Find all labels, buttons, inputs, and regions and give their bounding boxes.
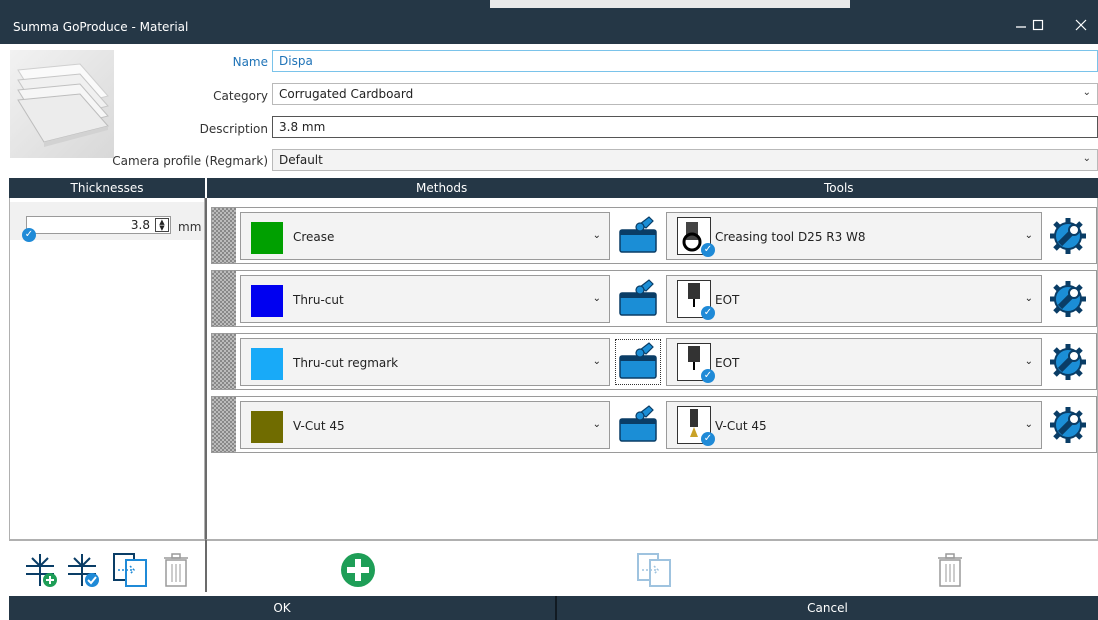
method-color-swatch bbox=[251, 348, 283, 380]
methods-header: Methods bbox=[416, 181, 468, 195]
method-color-swatch bbox=[251, 285, 283, 317]
method-color-swatch bbox=[251, 222, 283, 254]
method-dropdown[interactable]: V-Cut 45 ⌄ bbox=[240, 401, 610, 449]
tool-settings-gear-icon[interactable] bbox=[1046, 403, 1090, 447]
method-row[interactable]: Thru-cut regmark ⌄ ✓ EOT ⌄ bbox=[211, 333, 1097, 390]
check-icon: ✓ bbox=[701, 306, 715, 320]
cardboard-image bbox=[17, 63, 109, 147]
thickness-unit: mm bbox=[178, 220, 202, 234]
thickness-value: 3.8 bbox=[130, 218, 150, 232]
panel-divider bbox=[205, 540, 207, 592]
tool-dropdown[interactable]: ✓ V-Cut 45 ⌄ bbox=[666, 401, 1042, 449]
name-value: Dispa bbox=[279, 54, 313, 68]
drag-handle[interactable] bbox=[212, 397, 236, 452]
chevron-down-icon: ⌄ bbox=[592, 230, 601, 241]
titlebar-highlight bbox=[490, 0, 850, 8]
maximize-icon bbox=[1032, 19, 1044, 31]
drag-handle[interactable] bbox=[212, 271, 236, 326]
method-settings-icon[interactable] bbox=[616, 214, 660, 258]
thickness-row[interactable]: 3.8 ▲ ▼ mm ✓ bbox=[10, 202, 204, 242]
method-name: Thru-cut bbox=[293, 293, 344, 307]
description-label: Description bbox=[199, 122, 268, 136]
apply-thickness-icon[interactable] bbox=[66, 552, 100, 588]
maximize-button[interactable] bbox=[1021, 8, 1055, 42]
chevron-down-icon: ⌄ bbox=[1082, 153, 1091, 164]
check-icon: ✓ bbox=[701, 369, 715, 383]
method-dropdown[interactable]: Thru-cut regmark ⌄ bbox=[240, 338, 610, 386]
drag-handle[interactable] bbox=[212, 334, 236, 389]
ok-button[interactable]: OK bbox=[9, 596, 555, 620]
description-value: 3.8 mm bbox=[279, 120, 326, 134]
check-icon: ✓ bbox=[701, 243, 715, 257]
tool-name: V-Cut 45 bbox=[715, 419, 767, 433]
category-dropdown[interactable]: Corrugated Cardboard ⌄ bbox=[272, 83, 1098, 105]
camera-profile-label: Camera profile (Regmark) bbox=[112, 154, 268, 168]
cancel-button[interactable]: Cancel bbox=[557, 596, 1098, 620]
name-label: Name bbox=[232, 55, 268, 69]
methods-tools-header: Methods Tools bbox=[207, 178, 1098, 198]
chevron-down-icon: ⌄ bbox=[592, 356, 601, 367]
drag-handle[interactable] bbox=[212, 208, 236, 263]
method-settings-icon[interactable] bbox=[615, 339, 661, 385]
method-dropdown[interactable]: Crease ⌄ bbox=[240, 212, 610, 260]
chevron-down-icon: ⌄ bbox=[1024, 356, 1033, 367]
camera-profile-value: Default bbox=[279, 153, 323, 167]
close-icon bbox=[1075, 19, 1087, 31]
chevron-down-icon: ⌄ bbox=[1082, 87, 1091, 98]
camera-profile-dropdown[interactable]: Default ⌄ bbox=[272, 149, 1098, 171]
tool-name: Creasing tool D25 R3 W8 bbox=[715, 230, 866, 244]
tool-name: EOT bbox=[715, 356, 740, 370]
chevron-down-icon: ⌄ bbox=[592, 293, 601, 304]
window-title: Summa GoProduce - Material bbox=[13, 20, 189, 34]
copy-thickness-icon[interactable] bbox=[112, 552, 150, 588]
tool-settings-gear-icon[interactable] bbox=[1046, 214, 1090, 258]
title-bar: Summa GoProduce - Material bbox=[0, 0, 1098, 44]
check-icon: ✓ bbox=[701, 432, 715, 446]
method-settings-icon[interactable] bbox=[616, 403, 660, 447]
category-label: Category bbox=[213, 89, 268, 103]
thicknesses-header: Thicknesses bbox=[9, 178, 205, 198]
tool-name: EOT bbox=[715, 293, 740, 307]
method-color-swatch bbox=[251, 411, 283, 443]
delete-method-icon[interactable] bbox=[936, 552, 964, 588]
material-thumbnail bbox=[10, 50, 114, 158]
thicknesses-panel: 3.8 ▲ ▼ mm ✓ bbox=[9, 198, 205, 540]
tool-dropdown[interactable]: ✓ Creasing tool D25 R3 W8 ⌄ bbox=[666, 212, 1042, 260]
method-row[interactable]: Thru-cut ⌄ ✓ EOT ⌄ bbox=[211, 270, 1097, 327]
tools-header: Tools bbox=[824, 181, 854, 195]
chevron-down-icon: ⌄ bbox=[1024, 293, 1033, 304]
add-thickness-icon[interactable] bbox=[24, 552, 58, 588]
category-value: Corrugated Cardboard bbox=[279, 87, 414, 101]
method-name: V-Cut 45 bbox=[293, 419, 345, 433]
method-name: Crease bbox=[293, 230, 335, 244]
tool-settings-gear-icon[interactable] bbox=[1046, 340, 1090, 384]
tool-dropdown[interactable]: ✓ EOT ⌄ bbox=[666, 338, 1042, 386]
method-settings-icon[interactable] bbox=[616, 277, 660, 321]
method-dropdown[interactable]: Thru-cut ⌄ bbox=[240, 275, 610, 323]
chevron-down-icon: ⌄ bbox=[592, 419, 601, 430]
add-method-icon[interactable] bbox=[340, 552, 376, 588]
thickness-input[interactable]: 3.8 ▲ ▼ bbox=[26, 216, 171, 234]
spin-updown-icon[interactable]: ▲ ▼ bbox=[155, 218, 169, 232]
tool-settings-gear-icon[interactable] bbox=[1046, 277, 1090, 321]
method-row[interactable]: Crease ⌄ ✓ Creasing tool D25 R3 W8 ⌄ bbox=[211, 207, 1097, 264]
method-name: Thru-cut regmark bbox=[293, 356, 399, 370]
tool-dropdown[interactable]: ✓ EOT ⌄ bbox=[666, 275, 1042, 323]
description-input[interactable]: 3.8 mm bbox=[272, 116, 1098, 138]
chevron-down-icon: ⌄ bbox=[1024, 419, 1033, 430]
chevron-down-icon: ⌄ bbox=[1024, 230, 1033, 241]
check-icon: ✓ bbox=[22, 228, 36, 242]
method-row[interactable]: V-Cut 45 ⌄ ✓ V-Cut 45 ⌄ bbox=[211, 396, 1097, 453]
close-button[interactable] bbox=[1064, 8, 1098, 42]
name-input[interactable]: Dispa bbox=[272, 50, 1098, 72]
copy-method-icon[interactable] bbox=[636, 552, 674, 588]
delete-thickness-icon[interactable] bbox=[162, 552, 190, 588]
